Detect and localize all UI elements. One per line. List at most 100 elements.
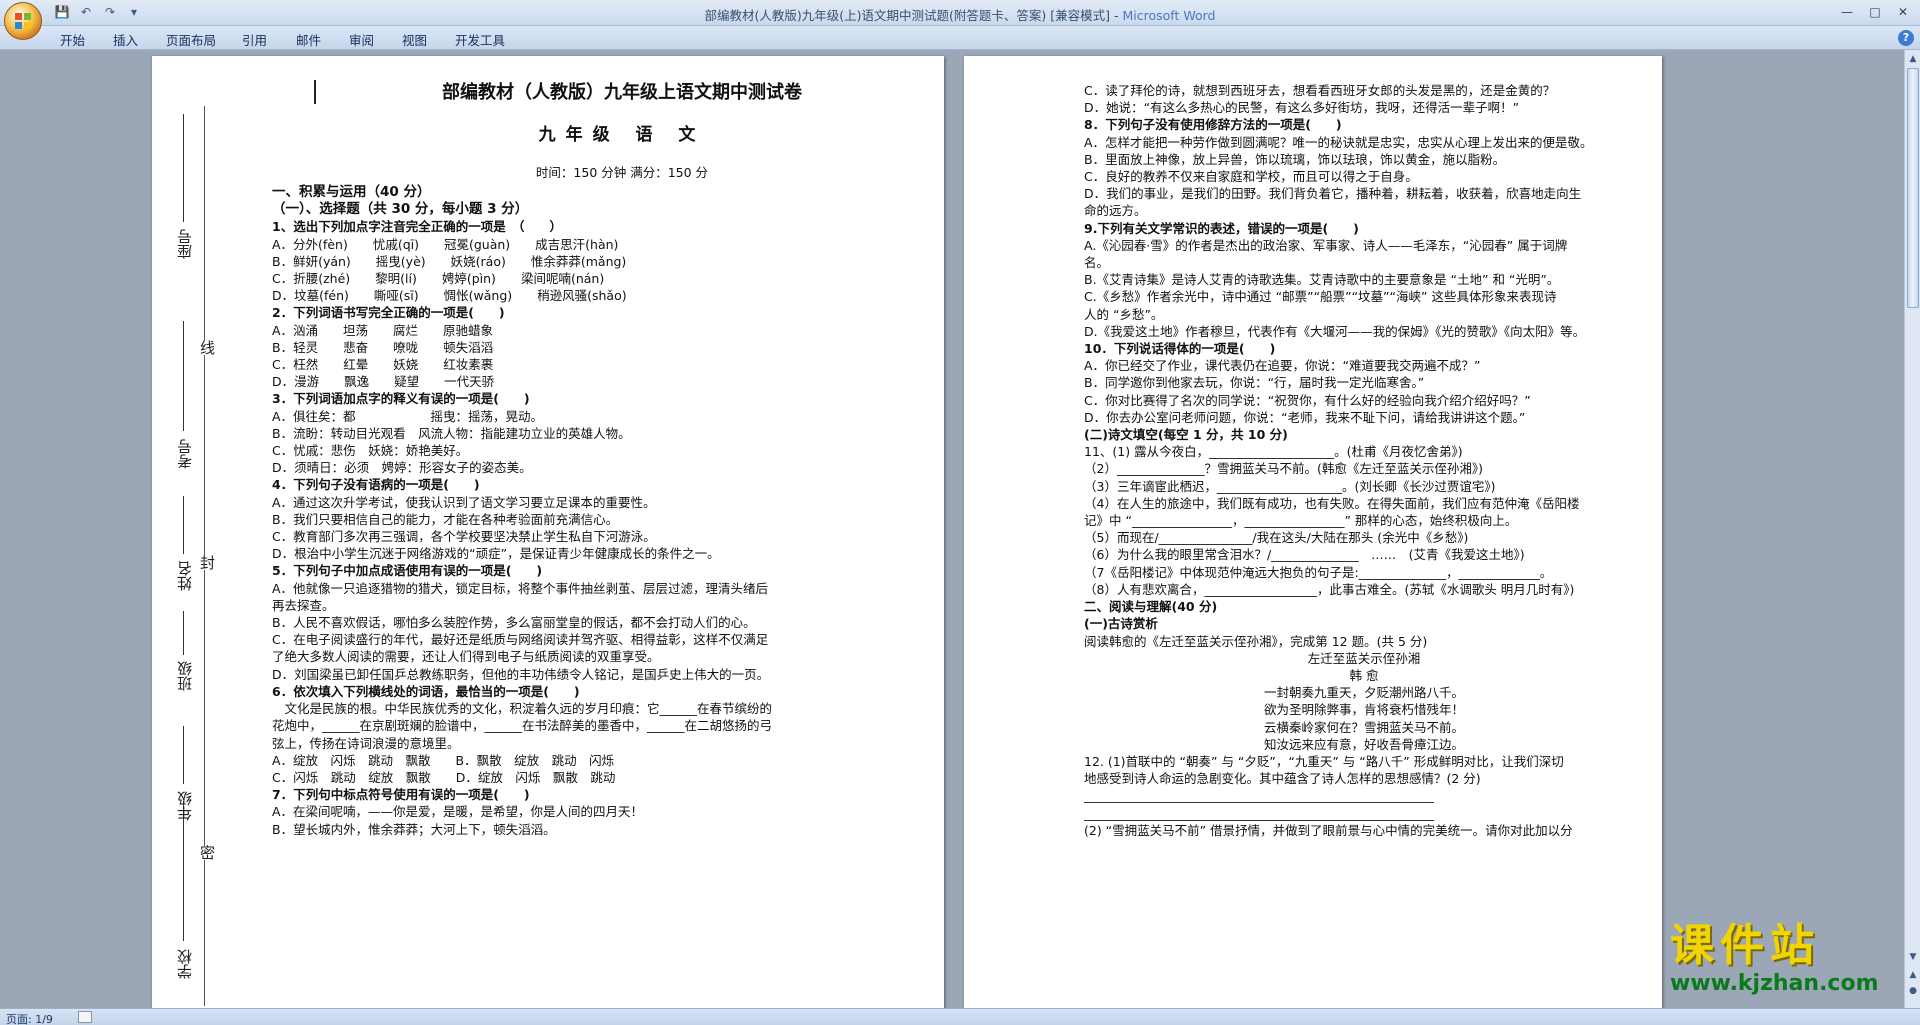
tab-page-layout[interactable]: 页面布局: [166, 30, 216, 49]
field-name: 姓名: [176, 561, 194, 591]
document-line: 左迁至蓝关示侄孙湘: [1307, 650, 1421, 666]
document-line: 记》中 “________________，________________” …: [1084, 513, 1518, 529]
document-line: B．望长城内外，惟余莽莽；大河上下，顿失滔滔。: [272, 821, 556, 837]
document-line: 一封朝奏九重天，夕贬潮州路八千。: [1263, 685, 1464, 701]
document-line: 11、(1) 露从今夜白，____________________。(杜甫《月夜…: [1084, 444, 1463, 460]
document-line: 再去探查。: [272, 597, 335, 613]
ribbon-tabs: 开始 插入 页面布局 引用 邮件 审阅 视图 开发工具 ?: [0, 26, 1920, 50]
maximize-icon[interactable]: □: [1862, 2, 1888, 22]
minimize-icon[interactable]: —: [1834, 2, 1860, 22]
document-line: 8．下列句子没有使用修辞方法的一项是( ): [1084, 117, 1342, 133]
office-button[interactable]: [4, 2, 42, 40]
document-line: B.《艾青诗集》是诗人艾青的诗歌选集。艾青诗歌中的主要意象是 “土地” 和 “光…: [1084, 272, 1560, 288]
field-line-name: [183, 496, 184, 554]
field-grade: 年级: [176, 791, 194, 821]
title-bar: 💾 ↶ ↷ ▾ 部编教材(人教版)九年级(上)语文期中测试题(附答题卡、答案) …: [0, 0, 1920, 26]
document-line: A．通过这次升学考试，使我认识到了语文学习要立足课本的重要性。: [272, 494, 656, 510]
window-controls: — □ ✕: [1834, 2, 1916, 22]
document-line: B．里面放上神像，放上异兽，饰以琉璃，饰以珐琅，饰以黄金，施以脂粉。: [1084, 151, 1506, 167]
document-line: B．人民不喜欢假话，哪怕多么装腔作势，多么富丽堂皇的假话，都不会打动人们的心。: [272, 615, 756, 631]
document-line: 花炮中，______在京剧斑斓的脸谱中，______在书法醉美的墨香中，____…: [272, 718, 773, 734]
document-line: D．漫游 飘逸 疑望 一代天骄: [272, 374, 495, 390]
document-line: C．教育部门多次再三强调，各个学校要坚决禁止学生私自下河游泳。: [272, 529, 656, 545]
document-line: （2）______________？雪拥蓝关马不前。(韩愈《左迁至蓝关示侄孙湘》…: [1084, 461, 1483, 477]
document-line: (二)诗文填空(每空 1 分，共 10 分): [1084, 427, 1288, 443]
tab-review[interactable]: 审阅: [349, 30, 374, 49]
document-line: B．我们只要相信自己的能力，才能在各种考验面前充满信心。: [272, 511, 619, 527]
document-line: 12. (1)首联中的 “朝奏” 与 “夕贬”，“九重天” 与 “路八千” 形成…: [1084, 753, 1564, 769]
document-line: (2) “雪拥蓝关马不前” 借景抒情，并做到了眼前景与心中情的完美统一。请你对此…: [1084, 822, 1573, 838]
document-line: （8）人有悲欢离合，__________________，此事古难全。(苏轼《水…: [1084, 581, 1575, 597]
tab-developer[interactable]: 开发工具: [455, 30, 505, 49]
field-school: 学校: [176, 949, 194, 979]
field-line-school: [183, 801, 184, 941]
document-page-1[interactable]: 密 封 线 学校 年级 班级 姓名 考号 座号 部编教材（人教版）九年级上语文期…: [152, 56, 944, 1008]
office-logo-icon: [15, 13, 31, 29]
document-line: C．折腰(zhé) 黎明(lí) 娉婷(pìn) 梁间呢喃(nán): [272, 271, 605, 287]
scroll-up-icon[interactable]: ▲: [1906, 52, 1920, 66]
document-line: 命的远方。: [1084, 203, 1147, 219]
document-line: 弦上，传扬在诗词浪漫的意境里。: [272, 735, 460, 751]
page-1-body: 一、积累与运用（40 分） （一）、选择题（共 30 分，每小题 3 分） 1、选出…: [272, 184, 932, 838]
document-line: A．你已经交了作业，课代表仍在追要，你说：“难道要我交两遍不成？”: [1084, 358, 1481, 374]
tab-insert[interactable]: 插入: [113, 30, 138, 49]
document-line: ________________________________________…: [1084, 788, 1434, 804]
field-line-exam-no: [183, 321, 184, 431]
binding-word-xian: 线: [200, 339, 216, 357]
field-line-class: [183, 611, 184, 655]
proofing-icon[interactable]: [78, 1011, 92, 1023]
tab-home[interactable]: 开始: [60, 30, 85, 49]
document-line: 10．下列说话得体的一项是( ): [1084, 341, 1276, 357]
status-page-count[interactable]: 页面: 1/9: [6, 1011, 53, 1025]
document-line: A．他就像一只追逐猎物的猎犬，锁定目标，将整个事件抽丝剥茧、层层过滤，理清头绪后: [272, 580, 769, 596]
document-line: 文化是民族的根。中华民族优秀的文化，积淀着久远的岁月印痕：它______在春节缤…: [272, 701, 773, 717]
tab-view[interactable]: 视图: [402, 30, 427, 49]
document-area[interactable]: 密 封 线 学校 年级 班级 姓名 考号 座号 部编教材（人教版）九年级上语文期…: [0, 50, 1904, 1008]
document-line: C．读了拜伦的诗，就想到西班牙去，想看看西班牙女郎的头发是黑的，还是金黄的？: [1084, 83, 1556, 98]
document-line: ________________________________________…: [1084, 805, 1434, 821]
vertical-scrollbar[interactable]: ▲ ▼ ▲ ●: [1904, 50, 1920, 1008]
document-line: 5．下列句子中加点成语使用有误的一项是( ): [272, 563, 543, 579]
document-line: 7．下列句中标点符号使用有误的一项是( ): [272, 787, 530, 803]
browse-object-icon[interactable]: ●: [1906, 984, 1920, 998]
document-line: 韩 愈: [1349, 667, 1379, 683]
status-bar: 页面: 1/9: [0, 1008, 1920, 1025]
window-title-app: Microsoft Word: [1122, 8, 1216, 23]
document-line: （3）三年谪宦此栖迟，____________________。(刘长卿《长沙过…: [1084, 478, 1496, 494]
document-line: （5）而现在/_______________/我在这头/大陆在那头 (余光中《乡…: [1084, 530, 1469, 546]
tab-references[interactable]: 引用: [242, 30, 267, 49]
prev-page-icon[interactable]: ▲: [1906, 968, 1920, 982]
scroll-down-icon[interactable]: ▼: [1906, 950, 1920, 964]
document-line: 欲为圣明除弊事，肯将衰朽惜残年！: [1263, 702, 1464, 718]
tab-mailings[interactable]: 邮件: [296, 30, 321, 49]
document-line: 了绝大多数人阅读的需要，还让人们得到电子与纸质阅读的双重享受。: [272, 649, 660, 665]
page-subtitle: 九年级 语 文: [538, 125, 706, 145]
document-line: C．良好的教养不仅来自家庭和学校，而且可以得之于自身。: [1084, 169, 1418, 185]
document-line: 地感受到诗人命运的急剧变化。其中蕴含了诗人怎样的思想感情？(2 分): [1084, 771, 1481, 787]
document-line: B．鲜妍(yán) 摇曳(yè) 妖娆(ráo) 惟余莽莽(mǎng): [272, 253, 627, 269]
document-line: 名。: [1084, 255, 1110, 271]
document-line: 9.下列有关文学常识的表述，错误的一项是( ): [1084, 220, 1359, 236]
document-line: D．须晴日：必须 娉婷：形容女子的姿态美。: [272, 460, 532, 476]
field-exam-no: 考号: [176, 439, 194, 469]
document-line: C．忧戚：悲伤 妖娆：娇艳美好。: [272, 443, 469, 459]
scrollbar-thumb[interactable]: [1907, 68, 1919, 308]
document-page-2[interactable]: C．读了拜伦的诗，就想到西班牙去，想看看西班牙女郎的头发是黑的，还是金黄的？ D．…: [964, 56, 1662, 1008]
watermark-text: 课件站: [1670, 920, 1820, 971]
window-title-doc: 部编教材(人教版)九年级(上)语文期中测试题(附答题卡、答案) [兼容模式] -: [704, 8, 1123, 23]
document-line: C．你对比赛得了名次的同学说：“祝贺你，有什么好的经验向我介绍介绍好吗？”: [1084, 392, 1531, 408]
document-line: 1、选出下列加点字注音完全正确的一项是 （ ）: [272, 219, 562, 235]
document-line: C．在电子阅读盛行的年代，最好还是纸质与网络阅读并驾齐驱、相得益彰，这样不仅满足: [272, 632, 769, 648]
document-line: A.《沁园春·雪》的作者是杰出的政治家、军事家、诗人——毛泽东，“沁园春” 属于…: [1084, 237, 1568, 253]
help-icon[interactable]: ?: [1898, 30, 1914, 46]
document-line: D．她说：“有这么多热心的民警，有这么多好街坊，我呀，还得活一辈子啊！”: [1084, 100, 1520, 116]
exam-time-line: 时间：150 分钟 满分：150 分: [535, 165, 709, 180]
document-line: A．绽放 闪烁 跳动 飘散 B．飘散 绽放 跳动 闪烁: [272, 752, 615, 768]
close-icon[interactable]: ✕: [1890, 2, 1916, 22]
document-line: B．流盼：转动目光观看 风流人物：指能建功立业的英雄人物。: [272, 425, 631, 441]
field-line-grade: [183, 726, 184, 784]
document-line: B．轻灵 悲奋 嘹咙 顿失滔滔: [272, 339, 494, 355]
document-line: 4．下列句子没有语病的一项是( ): [272, 477, 480, 493]
binding-word-mi: 密: [200, 844, 216, 862]
document-line: （7《岳阳楼记》中体现范仲淹远大抱负的句子是:______________，__…: [1084, 564, 1553, 580]
